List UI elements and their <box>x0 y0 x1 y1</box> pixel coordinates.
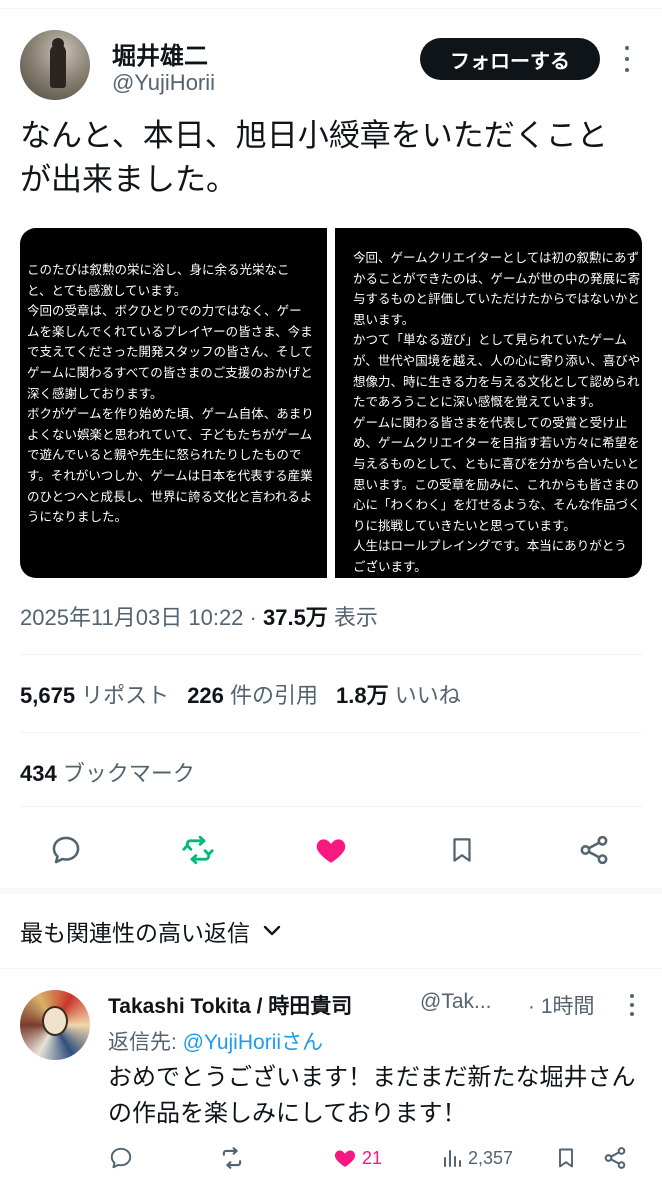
bookmark-icon[interactable] <box>554 1144 578 1172</box>
repost-icon[interactable] <box>218 1144 246 1172</box>
engagement-stats: 5,675 リポスト 226 件の引用 1.8万 いいね <box>20 678 461 710</box>
image-text-line: このたびは叙勲の栄に浴し、身に余る光栄なこ <box>27 263 290 277</box>
section-separator <box>0 888 662 894</box>
image-text-line: め、ゲームクリエイターを目指す若い方々に希望を <box>353 436 640 451</box>
author-name[interactable]: 堀井雄二 <box>112 36 208 71</box>
reply-text: おめでとうございます！まだまだ新たな堀井さんの作品を楽しみにしております！ <box>108 1064 636 1127</box>
reply-header: Takashi Tokita / 時田貴司 @Tak... · 1時間 <box>108 990 642 1020</box>
image-text-line: のひとつへと成長し、世界に誇る文化と言われるよ <box>27 489 313 504</box>
image-text-line: 深く感謝しております。 <box>27 386 163 401</box>
image-text-line: 与するものと評価していただけたからではないかと <box>353 292 640 307</box>
follow-button[interactable]: フォローする <box>420 38 600 80</box>
tweet-header: 堀井雄二 @YujiHorii フォローする <box>20 30 642 102</box>
more-icon[interactable] <box>620 46 634 72</box>
author-handle[interactable]: @YujiHorii <box>112 70 215 96</box>
tweet-text: なんと、本日、旭日小綬章をいただくこと が出来ました。 <box>20 114 640 202</box>
reply-like-count: 21 <box>362 1147 383 1168</box>
image-text-line: ゲームに関わる皆さまを代表しての受賞と受け止 <box>353 415 628 430</box>
image-text-line: が、世代や国境を越え、人の心に寄り添い、喜びや <box>353 353 641 368</box>
bookmark-icon[interactable] <box>442 830 482 870</box>
image-text-line: ムを楽しんでくれているプレイヤーの皆さま、今ま <box>27 324 313 339</box>
author-avatar[interactable] <box>20 30 90 100</box>
share-icon[interactable] <box>574 830 614 870</box>
more-icon[interactable] <box>626 994 638 1016</box>
reply-to-prefix: 返信先: <box>108 1031 183 1054</box>
reply-author-name[interactable]: Takashi Tokita / 時田貴司 <box>108 990 352 1020</box>
image-text-line: うになりました。 <box>27 510 128 525</box>
tweet-meta: 2025年11月03日 10:22 · 37.5万 表示 <box>20 600 378 632</box>
bookmarks-stat: 434 ブックマーク <box>20 761 195 786</box>
tweet-image-left[interactable]: このたびは叙勲の栄に浴し、身に余る光栄なこ と、とても感激しています。今回の受章は… <box>20 228 327 578</box>
views-label: 表示 <box>327 605 378 630</box>
reposts-stat[interactable]: 5,675 リポスト <box>20 683 169 708</box>
views-count: 37.5万 <box>262 605 328 630</box>
tweet-text-line: が出来ました。 <box>20 162 237 197</box>
like-icon <box>334 1150 356 1167</box>
image-text-line: で遊んでいると親や先生に怒られたりしたもので <box>27 448 302 463</box>
image-text-line: ございます。 <box>353 559 427 574</box>
image-text-line: よくない娯楽と思われていて、子どもたちがゲーム <box>27 427 313 442</box>
share-icon[interactable] <box>602 1144 628 1172</box>
divider <box>20 654 642 655</box>
quotes-stat[interactable]: 226 件の引用 <box>187 683 318 708</box>
like-icon[interactable] <box>311 830 351 870</box>
image-text-line: りに挑戦していきたいと思っています。 <box>353 518 576 533</box>
image-text-line: 思います。 <box>353 312 415 327</box>
timestamp[interactable]: 2025年11月03日 10:22 <box>20 605 243 630</box>
tweet-image-right[interactable]: 今回、ゲームクリエイターとしては初の叙勲にあず かることができたのは、ゲームが世の… <box>335 228 642 578</box>
repost-icon[interactable] <box>178 830 218 870</box>
meta-separator: · <box>243 605 263 630</box>
image-text-line: 今回の受章は、ボクひとりでの力ではなく、ゲー <box>27 304 302 319</box>
image-text-line: 思います。この受章を励みに、これからも皆さまの <box>353 477 639 492</box>
image-text-line: ゲームに関わるすべての皆さまのご支援のおかげと <box>27 365 313 380</box>
image-text-line: ボクがゲームを作り始めた頃、ゲーム自体、あまり <box>27 407 314 422</box>
divider <box>20 732 642 733</box>
divider <box>0 968 662 969</box>
reply-action-bar: 21 2,357 <box>108 1140 642 1176</box>
image-text-line: たであろうことに深い感慨を覚えています。 <box>353 395 602 410</box>
reply-icon[interactable] <box>108 1144 134 1172</box>
action-bar <box>20 820 642 880</box>
reply-like[interactable]: 21 <box>332 1144 382 1172</box>
reply-author-handle[interactable]: @Tak... <box>420 990 492 1014</box>
views-icon <box>444 1150 461 1167</box>
image-text-line: かることができたのは、ゲームが世の中の発展に寄 <box>353 271 641 286</box>
reply-icon[interactable] <box>46 830 86 870</box>
image-text-line: で支えてくださった開発スタッフの皆さん、そして <box>27 345 314 360</box>
image-text-line: 心に「わくわく」を灯せるような、そんな作品づく <box>353 498 641 513</box>
tweet-text-line: なんと、本日、旭日小綬章をいただくこと <box>20 118 608 153</box>
image-text-line: 人生はロールプレイングです。本当にありがとう <box>353 539 627 554</box>
reply-sort-selector[interactable]: 最も関連性の高い返信 <box>20 914 282 948</box>
reply-to-link[interactable]: @YujiHoriiさん <box>183 1031 323 1054</box>
image-text-line: かつて「単なる遊び」として見られていたゲーム <box>353 333 627 348</box>
image-text-line: 今回、ゲームクリエイターとしては初の叙勲にあず <box>353 251 640 265</box>
reply-avatar[interactable] <box>20 990 90 1060</box>
image-text-line: と、とても感激しています。 <box>27 283 187 298</box>
image-text-line: 与えるものとして、ともに喜びを分かち合いたいと <box>353 456 640 471</box>
likes-stat[interactable]: 1.8万 いいね <box>336 683 461 708</box>
image-text-line: 想像力、時に生きる力を与える文化として認められ <box>353 374 640 389</box>
divider <box>20 806 642 807</box>
sort-label: 最も関連性の高い返信 <box>20 920 250 946</box>
reply-views-count: 2,357 <box>468 1147 514 1168</box>
reply-to-line: 返信先: @YujiHoriiさん <box>108 1026 323 1056</box>
reply-time[interactable]: · 1時間 <box>528 990 595 1020</box>
image-text-line: す。それがいつしか、ゲームは日本を代表する産業 <box>27 468 313 483</box>
top-divider <box>0 8 662 9</box>
chevron-down-icon <box>262 924 282 938</box>
reply-views[interactable]: 2,357 <box>440 1144 513 1172</box>
